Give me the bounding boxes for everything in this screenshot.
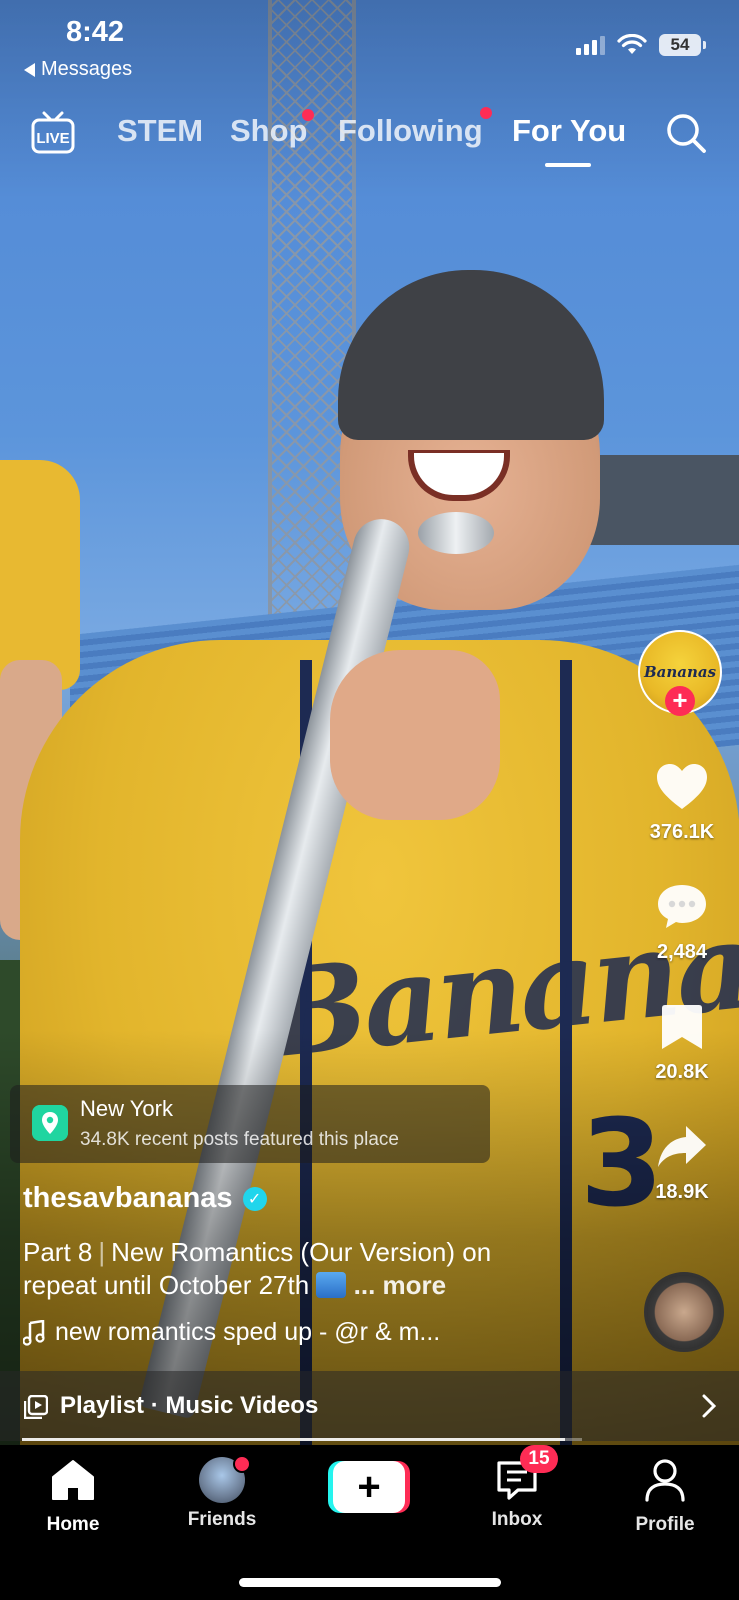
status-time: 8:42 [66, 16, 125, 48]
back-triangle-icon [24, 62, 35, 77]
location-pin-icon [32, 1105, 68, 1141]
back-to-messages[interactable]: Messages [24, 58, 132, 81]
video-progress-fill [22, 1438, 566, 1441]
save-count: 20.8K [655, 1061, 709, 1083]
top-feed-nav: LIVE STEM Shop Following For You [0, 105, 739, 167]
location-tag[interactable]: New York 34.8K recent posts featured thi… [10, 1085, 490, 1163]
tab-inbox[interactable]: 15 Inbox [457, 1445, 577, 1531]
comment-button[interactable]: 2,484 [632, 882, 732, 964]
inbox-icon-wrap: 15 [494, 1445, 558, 1503]
player-cap [338, 270, 604, 440]
home-indicator [239, 1578, 501, 1587]
tab-following[interactable]: Following [338, 113, 483, 149]
heart-icon [657, 764, 707, 809]
playlist-bar[interactable]: Playlist · Music Videos [0, 1371, 739, 1441]
playlist-icon [24, 1395, 48, 1419]
tab-shop[interactable]: Shop [230, 113, 308, 149]
cityscape-emoji-icon [316, 1272, 347, 1298]
tab-stem[interactable]: STEM [117, 113, 203, 149]
tab-inbox-label: Inbox [491, 1509, 543, 1530]
post-caption[interactable]: Part 8 | New Romantics (Our Version) on re… [23, 1236, 563, 1302]
music-note-icon [23, 1319, 45, 1346]
battery-icon: 54 [659, 34, 706, 56]
music-info[interactable]: new romantics sped up - @r & m... [23, 1318, 440, 1347]
tab-profile[interactable]: Profile [605, 1445, 725, 1536]
tiktok-screen: Bananas 3 8:42 Messages 54 LIVE [0, 0, 739, 1600]
inbox-badge: 15 [520, 1445, 558, 1473]
friends-notification-dot [233, 1455, 251, 1473]
create-button[interactable]: + [328, 1461, 410, 1513]
bottom-tab-bar: Home Friends + 15 Inbox Profile [0, 1445, 739, 1600]
follow-plus-button[interactable]: + [665, 686, 695, 716]
teammate-figure [0, 460, 80, 690]
username-text: thesavbananas [23, 1182, 233, 1214]
video-player[interactable]: Bananas 3 [0, 0, 739, 1445]
comment-bubble-icon [658, 885, 706, 928]
tab-friends-label: Friends [187, 1509, 257, 1530]
like-count: 376.1K [649, 821, 715, 843]
bat-knob [418, 512, 494, 554]
tab-home[interactable]: Home [13, 1445, 133, 1536]
tab-friends[interactable]: Friends [162, 1445, 282, 1531]
live-tv-icon[interactable]: LIVE [30, 111, 76, 155]
like-button[interactable]: 376.1K [632, 762, 732, 844]
tab-for-you[interactable]: For You [512, 113, 626, 149]
back-label: Messages [41, 58, 133, 80]
share-button[interactable]: 18.9K [632, 1122, 732, 1204]
creator-username[interactable]: thesavbananas ✓ [23, 1182, 267, 1215]
stadium-roof [590, 455, 739, 545]
playlist-label: Playlist · Music Videos [60, 1392, 319, 1419]
player-hand [330, 650, 500, 820]
status-indicators: 54 [576, 34, 706, 56]
tab-profile-label: Profile [635, 1514, 695, 1535]
shop-notification-dot [302, 109, 314, 121]
video-progress-bar[interactable] [22, 1438, 582, 1441]
chevron-right-icon [702, 1394, 717, 1418]
comment-count: 2,484 [656, 941, 708, 963]
friends-avatar [199, 1455, 251, 1503]
caption-part: Part 8 [23, 1237, 93, 1267]
caption-separator: | [98, 1237, 106, 1267]
verified-badge-icon: ✓ [242, 1186, 267, 1211]
save-button[interactable]: 20.8K [632, 1002, 732, 1084]
svg-text:LIVE: LIVE [36, 130, 69, 147]
tab-home-label: Home [46, 1514, 100, 1535]
share-count: 18.9K [655, 1181, 709, 1203]
music-title: new romantics sped up - @r & m... [55, 1318, 441, 1346]
location-name: New York [80, 1096, 173, 1121]
caption-more-link[interactable]: ... more [354, 1270, 446, 1300]
bookmark-icon [662, 1005, 702, 1049]
creator-avatar[interactable]: Bananas + [638, 630, 722, 716]
profile-icon [645, 1459, 685, 1502]
following-notification-dot [480, 107, 492, 119]
music-disc-avatar[interactable] [644, 1272, 724, 1352]
location-subtitle: 34.8K recent posts featured this place [80, 1129, 399, 1150]
active-tab-underline [545, 163, 591, 167]
search-icon[interactable] [664, 111, 708, 155]
wifi-icon [617, 34, 647, 54]
cellular-signal-icon [576, 35, 605, 55]
home-icon [52, 1460, 94, 1500]
share-arrow-icon [658, 1126, 706, 1167]
plus-icon: + [333, 1461, 405, 1513]
